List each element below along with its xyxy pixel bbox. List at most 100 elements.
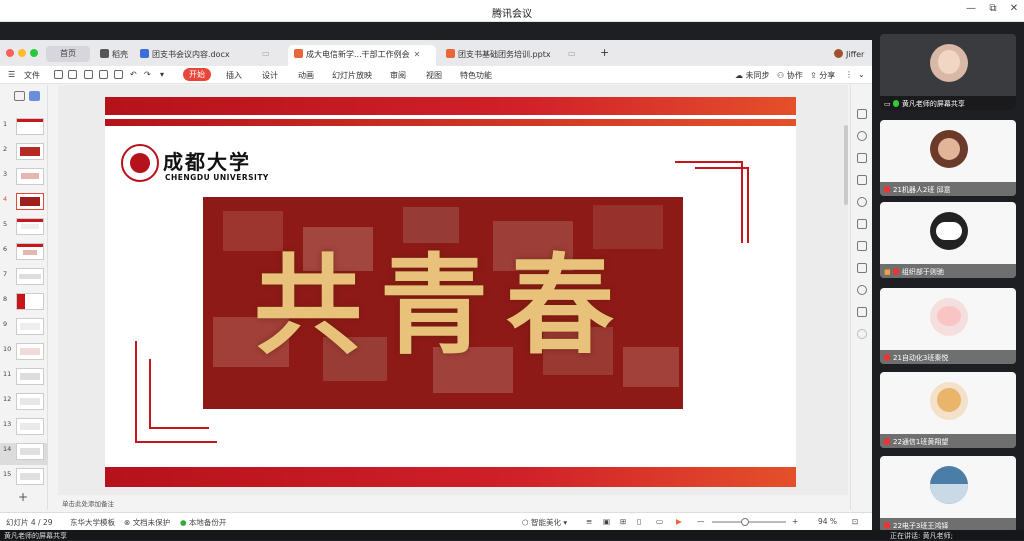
slide-thumb-hover[interactable]: 14: [0, 443, 48, 465]
slide-thumb[interactable]: 8: [0, 293, 48, 315]
zoom-level[interactable]: 94 %: [818, 517, 837, 526]
participant-tile[interactable]: 21自动化3班秦悦: [880, 288, 1016, 364]
slide-thumb[interactable]: 13: [0, 418, 48, 440]
menu-start[interactable]: 开始: [183, 68, 211, 81]
smart-beautify-button[interactable]: ⬡ 智能美化 ▾: [522, 517, 567, 528]
menu-review[interactable]: 审阅: [390, 70, 406, 81]
zoom-dot-icon[interactable]: [30, 49, 38, 57]
print-icon[interactable]: [99, 70, 108, 79]
toolbar-icon[interactable]: [857, 241, 867, 251]
participant-tile[interactable]: ■ 组织部于则驰: [880, 202, 1016, 278]
collapse-icon[interactable]: ⌄: [858, 70, 865, 79]
tab-active-pptx[interactable]: 成大电信新学...干部工作例会 ✕: [288, 45, 436, 66]
menu-hamburger-icon[interactable]: ☰: [8, 70, 15, 79]
university-name-cn: 成都大学: [163, 150, 251, 174]
menu-slideshow[interactable]: 幻灯片放映: [332, 70, 372, 81]
toolbar-icon[interactable]: [857, 109, 867, 119]
participant-tile[interactable]: ▭ 黄凡老师的屏幕共享: [880, 34, 1016, 110]
redo-icon[interactable]: ↷: [144, 70, 151, 79]
current-slide[interactable]: 成都大学 CHENGDU UNIVERSITY 共青春: [105, 97, 796, 487]
add-slide-button[interactable]: +: [18, 490, 28, 504]
notes-area[interactable]: 单击此处添加备注: [58, 495, 848, 509]
minimize-button[interactable]: —: [962, 3, 980, 19]
fit-window-icon[interactable]: ⊡: [852, 517, 858, 526]
close-button[interactable]: ✕: [1005, 3, 1023, 19]
zoom-out-button[interactable]: —: [697, 517, 705, 526]
toolbar-icon[interactable]: [857, 131, 867, 141]
thumbnail-view-icon[interactable]: [29, 91, 40, 101]
outline-view-icon[interactable]: [14, 91, 25, 101]
avatar: [930, 130, 968, 168]
user-account[interactable]: Jiffer: [828, 45, 870, 66]
sorter-view-icon[interactable]: ⊞: [620, 517, 626, 526]
slide-thumb[interactable]: 11: [0, 368, 48, 390]
decor-line: [675, 161, 741, 163]
menu-file[interactable]: 文件: [24, 70, 40, 81]
participant-tile[interactable]: 22通信1班黄翔望: [880, 372, 1016, 448]
menu-design[interactable]: 设计: [262, 70, 278, 81]
tab-close-icon[interactable]: ✕: [414, 50, 421, 59]
close-dot-icon[interactable]: [6, 49, 14, 57]
toolbar-icon[interactable]: [857, 329, 867, 339]
slide-thumb-selected[interactable]: 4: [0, 193, 48, 215]
avatar: [834, 49, 843, 58]
decor-line: [747, 167, 749, 243]
participant-tile[interactable]: 22电子3班王鸿铎: [880, 456, 1016, 532]
host-icon: ■: [884, 268, 891, 276]
toolbar-icon[interactable]: [857, 219, 867, 229]
open-icon[interactable]: [54, 70, 63, 79]
reading-view-icon[interactable]: ▯: [637, 517, 641, 526]
chevron-down-icon[interactable]: ▾: [160, 70, 164, 79]
vertical-scrollbar[interactable]: [844, 125, 848, 205]
toolbar-icon[interactable]: [857, 153, 867, 163]
slide-thumb[interactable]: 10: [0, 343, 48, 365]
zoom-in-button[interactable]: +: [792, 517, 798, 526]
play-icon[interactable]: ▶: [676, 517, 682, 526]
toolbar-icon[interactable]: [857, 263, 867, 273]
preview-icon[interactable]: [114, 70, 123, 79]
menu-animation[interactable]: 动画: [298, 70, 314, 81]
zoom-slider-track[interactable]: [712, 518, 786, 526]
notes-view-icon[interactable]: ≡: [586, 517, 592, 526]
slide-thumb[interactable]: 5: [0, 218, 48, 240]
backup-status[interactable]: ● 本地备份开: [180, 517, 226, 528]
new-tab-button[interactable]: +: [594, 42, 615, 63]
template-name[interactable]: 东华大学模板: [70, 517, 115, 528]
menu-view[interactable]: 视图: [426, 70, 442, 81]
slide-thumb[interactable]: 1: [0, 118, 48, 140]
slide-thumb[interactable]: 7: [0, 268, 48, 290]
share-icon: ⇪: [810, 71, 817, 80]
tab-pptx-training[interactable]: 团支书基础团务培训.pptx: [440, 45, 560, 66]
save-icon[interactable]: [68, 70, 77, 79]
participant-panel: ▭ 黄凡老师的屏幕共享 21机器人2班 邱意 ■ 组织部于则驰 21自动化3班秦…: [872, 22, 1024, 540]
slide-thumb[interactable]: 15: [0, 468, 48, 490]
slide-thumb[interactable]: 9: [0, 318, 48, 340]
doc-protect[interactable]: ⊗ 文档未保护: [124, 517, 170, 528]
menu-features[interactable]: 特色功能: [460, 70, 492, 81]
normal-view-icon[interactable]: ▣: [603, 517, 610, 526]
presenter-icon[interactable]: ▭: [656, 517, 663, 526]
zoom-slider-handle[interactable]: [741, 518, 750, 526]
toolbar-icon[interactable]: [857, 307, 867, 317]
more-icon[interactable]: ⋮: [845, 70, 853, 79]
sync-status[interactable]: ☁ 未同步: [735, 70, 770, 81]
toolbar-icon[interactable]: [857, 175, 867, 185]
slide-thumb[interactable]: 12: [0, 393, 48, 415]
toolbar-icon[interactable]: [857, 197, 867, 207]
collab-button[interactable]: ⚇ 协作: [777, 70, 803, 81]
slide-thumb[interactable]: 2: [0, 143, 48, 165]
slide-thumb[interactable]: 6: [0, 243, 48, 265]
undo-icon[interactable]: ↶: [130, 70, 137, 79]
minimize-dot-icon[interactable]: [18, 49, 26, 57]
menu-insert[interactable]: 插入: [226, 70, 242, 81]
tab-daoke[interactable]: 稻壳: [94, 45, 134, 66]
toolbar-icon[interactable]: [857, 285, 867, 295]
slide-thumb[interactable]: 3: [0, 168, 48, 190]
share-button[interactable]: ⇪ 分享: [810, 70, 835, 81]
export-icon[interactable]: [84, 70, 93, 79]
avatar: [930, 44, 968, 82]
tab-docx[interactable]: 团支书会议内容.docx: [134, 45, 236, 66]
participant-tile[interactable]: 21机器人2班 邱意: [880, 120, 1016, 196]
maximize-button[interactable]: ⧉: [984, 3, 1002, 19]
tab-home[interactable]: 首页: [46, 46, 90, 62]
